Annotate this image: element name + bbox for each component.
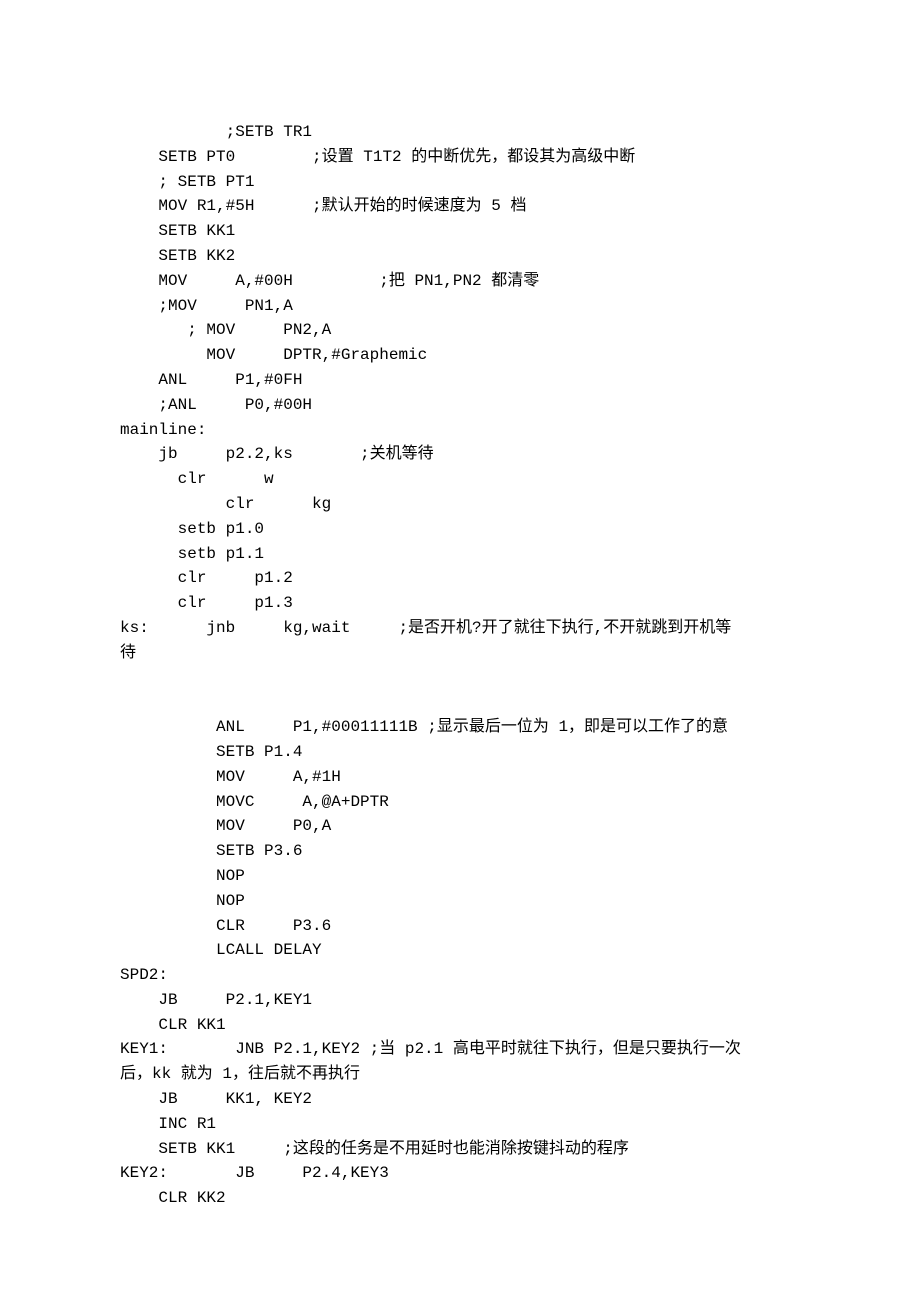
code-line: SETB P3.6 [120, 839, 800, 864]
code-line: NOP [120, 864, 800, 889]
code-line: CLR KK2 [120, 1186, 800, 1211]
code-line: clr w [120, 467, 800, 492]
code-line: ANL P1,#00011111B ;显示最后一位为 1，即是可以工作了的意 [120, 715, 800, 740]
code-line: setb p1.0 [120, 517, 800, 542]
code-line: 后，kk 就为 1，往后就不再执行 [120, 1062, 800, 1087]
code-line: LCALL DELAY [120, 938, 800, 963]
code-line [120, 690, 800, 715]
code-line: jb p2.2,ks ;关机等待 [120, 442, 800, 467]
code-line: KEY2: JB P2.4,KEY3 [120, 1161, 800, 1186]
code-line: ; SETB PT1 [120, 170, 800, 195]
code-line: ks: jnb kg,wait ;是否开机?开了就往下执行,不开就跳到开机等 [120, 616, 800, 641]
code-line: MOV A,#1H [120, 765, 800, 790]
code-line: SETB PT0 ;设置 T1T2 的中断优先，都设其为高级中断 [120, 145, 800, 170]
code-line: JB P2.1,KEY1 [120, 988, 800, 1013]
code-line: 待 [120, 641, 800, 666]
assembly-code-document: ;SETB TR1 SETB PT0 ;设置 T1T2 的中断优先，都设其为高级… [0, 0, 920, 1291]
code-line: MOV P0,A [120, 814, 800, 839]
code-line: MOV A,#00H ;把 PN1,PN2 都清零 [120, 269, 800, 294]
code-line: mainline: [120, 418, 800, 443]
code-line: ANL P1,#0FH [120, 368, 800, 393]
code-line: NOP [120, 889, 800, 914]
code-line: MOV R1,#5H ;默认开始的时候速度为 5 档 [120, 194, 800, 219]
code-line: setb p1.1 [120, 542, 800, 567]
code-line: SETB P1.4 [120, 740, 800, 765]
code-line: ; MOV PN2,A [120, 318, 800, 343]
code-line: MOVC A,@A+DPTR [120, 790, 800, 815]
code-line: ;ANL P0,#00H [120, 393, 800, 418]
code-line: CLR P3.6 [120, 914, 800, 939]
code-line: INC R1 [120, 1112, 800, 1137]
code-line: ;MOV PN1,A [120, 294, 800, 319]
code-line: KEY1: JNB P2.1,KEY2 ;当 p2.1 高电平时就往下执行，但是… [120, 1037, 800, 1062]
code-line: MOV DPTR,#Graphemic [120, 343, 800, 368]
code-line: clr p1.2 [120, 566, 800, 591]
code-line: ;SETB TR1 [120, 120, 800, 145]
code-line: SETB KK2 [120, 244, 800, 269]
code-line: SETB KK1 ;这段的任务是不用延时也能消除按键抖动的程序 [120, 1137, 800, 1162]
code-line: clr p1.3 [120, 591, 800, 616]
code-line: SPD2: [120, 963, 800, 988]
code-line: clr kg [120, 492, 800, 517]
code-line: SETB KK1 [120, 219, 800, 244]
code-line [120, 666, 800, 691]
code-line: CLR KK1 [120, 1013, 800, 1038]
code-line: JB KK1, KEY2 [120, 1087, 800, 1112]
